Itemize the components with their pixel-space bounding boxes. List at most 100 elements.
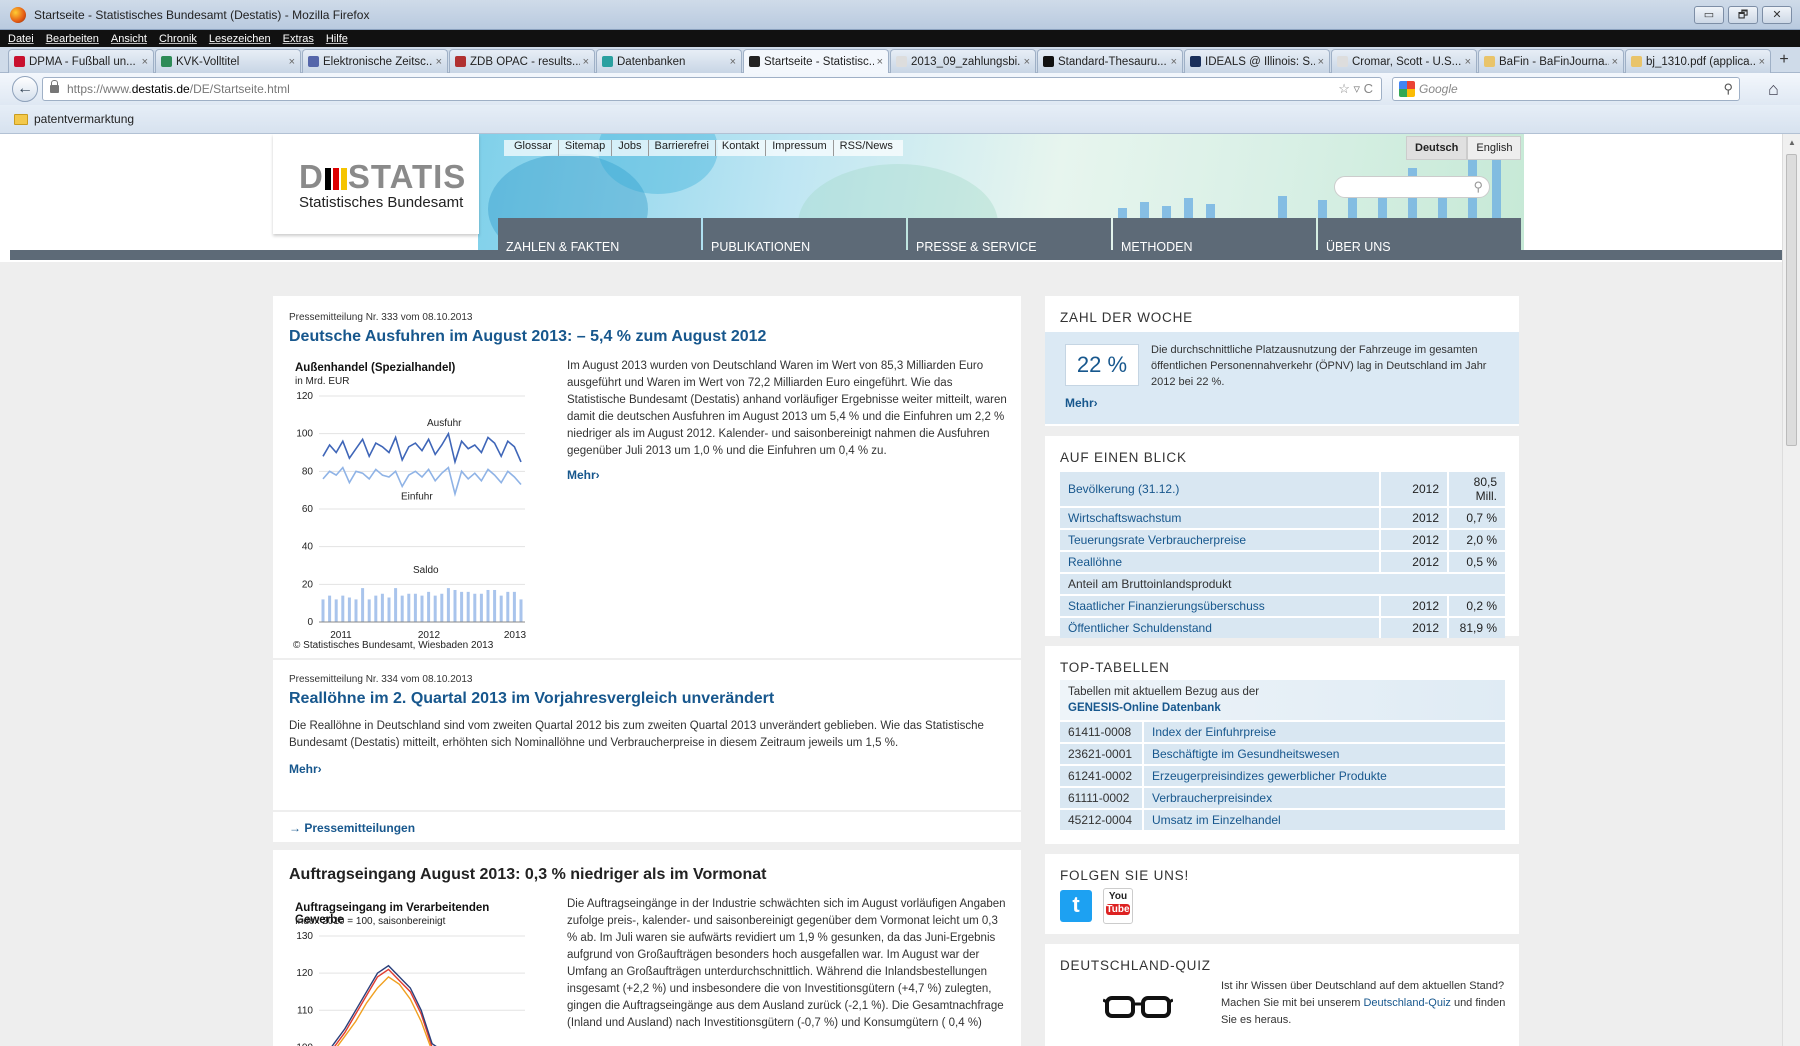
top-table-row[interactable]: 61241-0002 Erzeugerpreisindizes gewerblic… bbox=[1060, 766, 1505, 786]
twitter-icon[interactable]: t bbox=[1060, 890, 1092, 922]
destatis-logo[interactable]: D STATIS Statistisches Bundesamt bbox=[273, 134, 479, 234]
tab-close-icon[interactable]: × bbox=[1759, 56, 1765, 68]
saldo-bar bbox=[446, 588, 450, 622]
bookmark-star-icon[interactable]: ☆ ▿ C bbox=[1338, 81, 1373, 97]
nav-methoden[interactable]: METHODEN bbox=[1113, 218, 1316, 258]
back-button[interactable]: ← bbox=[12, 76, 38, 102]
url-bar[interactable]: https://www. destatis.de/DE/Startseite.ht… bbox=[42, 77, 1382, 101]
browser-tab[interactable]: ZDB OPAC - results... × bbox=[449, 49, 595, 73]
tab-close-icon[interactable]: × bbox=[877, 56, 883, 68]
nav-publikationen[interactable]: PUBLIKATIONEN bbox=[703, 218, 906, 258]
at-a-glance-row[interactable]: Öffentlicher Schuldenstand 2012 81,9 % bbox=[1060, 618, 1505, 638]
tab-close-icon[interactable]: × bbox=[583, 56, 589, 68]
link-impressum[interactable]: Impressum bbox=[766, 140, 834, 156]
tab-close-icon[interactable]: × bbox=[1465, 56, 1471, 68]
link-jobs[interactable]: Jobs bbox=[612, 140, 649, 156]
row-label[interactable]: Teuerungsrate Verbraucherpreise bbox=[1060, 530, 1379, 550]
menu-chronik[interactable]: Chronik bbox=[159, 33, 197, 45]
browser-tab[interactable]: Cromar, Scott - U.S... × bbox=[1331, 49, 1477, 73]
link-sitemap[interactable]: Sitemap bbox=[559, 140, 613, 156]
new-tab-button[interactable]: + bbox=[1772, 49, 1796, 73]
at-a-glance-row[interactable]: Wirtschaftswachstum 2012 0,7 % bbox=[1060, 508, 1505, 528]
scrollbar-thumb[interactable] bbox=[1786, 154, 1797, 446]
table-link[interactable]: Umsatz im Einzelhandel bbox=[1142, 810, 1505, 830]
tab-close-icon[interactable]: × bbox=[1171, 56, 1177, 68]
top-table-row[interactable]: 23621-0001 Beschäftigte im Gesundheitswes… bbox=[1060, 744, 1505, 764]
lang-deutsch[interactable]: Deutsch bbox=[1406, 136, 1468, 160]
nav-ueber-uns[interactable]: ÜBER UNS bbox=[1318, 218, 1521, 258]
table-link[interactable]: Index der Einfuhrpreise bbox=[1142, 722, 1505, 742]
tab-close-icon[interactable]: × bbox=[289, 56, 295, 68]
web-search-input[interactable]: Google ⚲ bbox=[1392, 77, 1740, 101]
row-label[interactable]: Bevölkerung (31.12.) bbox=[1060, 472, 1379, 506]
news-title[interactable]: Deutsche Ausfuhren im August 2013: – 5,4… bbox=[289, 328, 766, 346]
close-window-button[interactable]: ✕ bbox=[1762, 6, 1792, 24]
tab-close-icon[interactable]: × bbox=[436, 56, 442, 68]
tab-close-icon[interactable]: × bbox=[1024, 56, 1030, 68]
restore-button[interactable]: 🗗 bbox=[1728, 6, 1758, 24]
menu-bearbeiten[interactable]: Bearbeiten bbox=[46, 33, 99, 45]
row-label[interactable]: Reallöhne bbox=[1060, 552, 1379, 572]
browser-tab[interactable]: DPMA - Fußball un... × bbox=[8, 49, 154, 73]
browser-tab[interactable]: Datenbanken × bbox=[596, 49, 742, 73]
page-scrollbar[interactable]: ▲ bbox=[1782, 134, 1800, 1046]
scroll-up-icon[interactable]: ▲ bbox=[1788, 138, 1796, 147]
top-table-row[interactable]: 61411-0008 Index der Einfuhrpreise bbox=[1060, 722, 1505, 742]
tab-close-icon[interactable]: × bbox=[1318, 56, 1324, 68]
site-search-input[interactable]: ⚲ bbox=[1334, 176, 1490, 198]
link-glossar[interactable]: Glossar bbox=[508, 140, 559, 156]
nav-zahlen-fakten[interactable]: ZAHLEN & FAKTEN bbox=[498, 218, 701, 258]
table-link[interactable]: Verbraucherpreisindex bbox=[1142, 788, 1505, 808]
at-a-glance-row[interactable]: Teuerungsrate Verbraucherpreise 2012 2,0 % bbox=[1060, 530, 1505, 550]
browser-tab[interactable]: bj_1310.pdf (applica... × bbox=[1625, 49, 1771, 73]
search-icon[interactable]: ⚲ bbox=[1723, 81, 1733, 97]
genesis-link[interactable]: GENESIS-Online Datenbank bbox=[1068, 702, 1221, 714]
saldo-bar bbox=[506, 591, 510, 622]
browser-tab[interactable]: Startseite - Statistisc... × bbox=[743, 49, 889, 73]
table-link[interactable]: Beschäftigte im Gesundheitswesen bbox=[1142, 744, 1505, 764]
row-label[interactable]: Wirtschaftswachstum bbox=[1060, 508, 1379, 528]
menu-ansicht[interactable]: Ansicht bbox=[111, 33, 147, 45]
browser-tab[interactable]: IDEALS @ Illinois: S... × bbox=[1184, 49, 1330, 73]
browser-tab[interactable]: Elektronische Zeitsc... × bbox=[302, 49, 448, 73]
link-rss-news[interactable]: RSS/News bbox=[834, 140, 899, 156]
more-link[interactable]: Mehr› bbox=[1065, 396, 1098, 410]
news-meta: Pressemitteilung Nr. 334 vom 08.10.2013 bbox=[289, 674, 473, 685]
browser-tab[interactable]: Standard-Thesauru... × bbox=[1037, 49, 1183, 73]
top-table-row[interactable]: 61111-0002 Verbraucherpreisindex bbox=[1060, 788, 1505, 808]
more-link[interactable]: Mehr› bbox=[567, 468, 600, 482]
search-icon[interactable]: ⚲ bbox=[1473, 179, 1483, 195]
link-barrierefrei[interactable]: Barrierefrei bbox=[649, 140, 716, 156]
youtube-icon[interactable]: You Tube bbox=[1103, 888, 1133, 924]
row-label[interactable]: Staatlicher Finanzierungsüberschuss bbox=[1060, 596, 1379, 616]
nav-presse-service[interactable]: PRESSE & SERVICE bbox=[908, 218, 1111, 258]
lang-english[interactable]: English bbox=[1467, 136, 1522, 160]
news-title[interactable]: Auftragseingang August 2013: 0,3 % niedr… bbox=[289, 866, 766, 884]
home-icon[interactable]: ⌂ bbox=[1768, 79, 1779, 100]
tab-close-icon[interactable]: × bbox=[1612, 56, 1618, 68]
tab-close-icon[interactable]: × bbox=[730, 56, 736, 68]
row-label[interactable]: Öffentlicher Schuldenstand bbox=[1060, 618, 1379, 638]
browser-tab[interactable]: 2013_09_zahlungsbi... × bbox=[890, 49, 1036, 73]
minimize-button[interactable]: ▭ bbox=[1694, 6, 1724, 24]
tab-close-icon[interactable]: × bbox=[142, 56, 148, 68]
bookmark-patentvermarktung[interactable]: patentvermarktung bbox=[34, 112, 134, 126]
saldo-bar bbox=[341, 595, 345, 622]
menu-lesezeichen[interactable]: Lesezeichen bbox=[209, 33, 271, 45]
menu-extras[interactable]: Extras bbox=[283, 33, 314, 45]
news-title[interactable]: Reallöhne im 2. Quartal 2013 im Vorjahre… bbox=[289, 690, 774, 708]
link-kontakt[interactable]: Kontakt bbox=[716, 140, 767, 156]
saldo-bar bbox=[493, 589, 497, 622]
at-a-glance-row[interactable]: Staatlicher Finanzierungsüberschuss 2012 0… bbox=[1060, 596, 1505, 616]
at-a-glance-row[interactable]: Reallöhne 2012 0,5 % bbox=[1060, 552, 1505, 572]
press-releases-link[interactable]: → Pressemitteilungen bbox=[289, 821, 415, 835]
quiz-link[interactable]: Deutschland-Quiz bbox=[1363, 997, 1450, 1009]
browser-tab[interactable]: BaFin - BaFinJourna... × bbox=[1478, 49, 1624, 73]
table-link[interactable]: Erzeugerpreisindizes gewerblicher Produk… bbox=[1142, 766, 1505, 786]
browser-tab[interactable]: KVK-Volltitel × bbox=[155, 49, 301, 73]
more-link[interactable]: Mehr› bbox=[289, 762, 322, 776]
top-table-row[interactable]: 45212-0004 Umsatz im Einzelhandel bbox=[1060, 810, 1505, 830]
menu-datei[interactable]: Datei bbox=[8, 33, 34, 45]
at-a-glance-row[interactable]: Bevölkerung (31.12.) 2012 80,5 Mill. bbox=[1060, 472, 1505, 506]
menu-hilfe[interactable]: Hilfe bbox=[326, 33, 348, 45]
